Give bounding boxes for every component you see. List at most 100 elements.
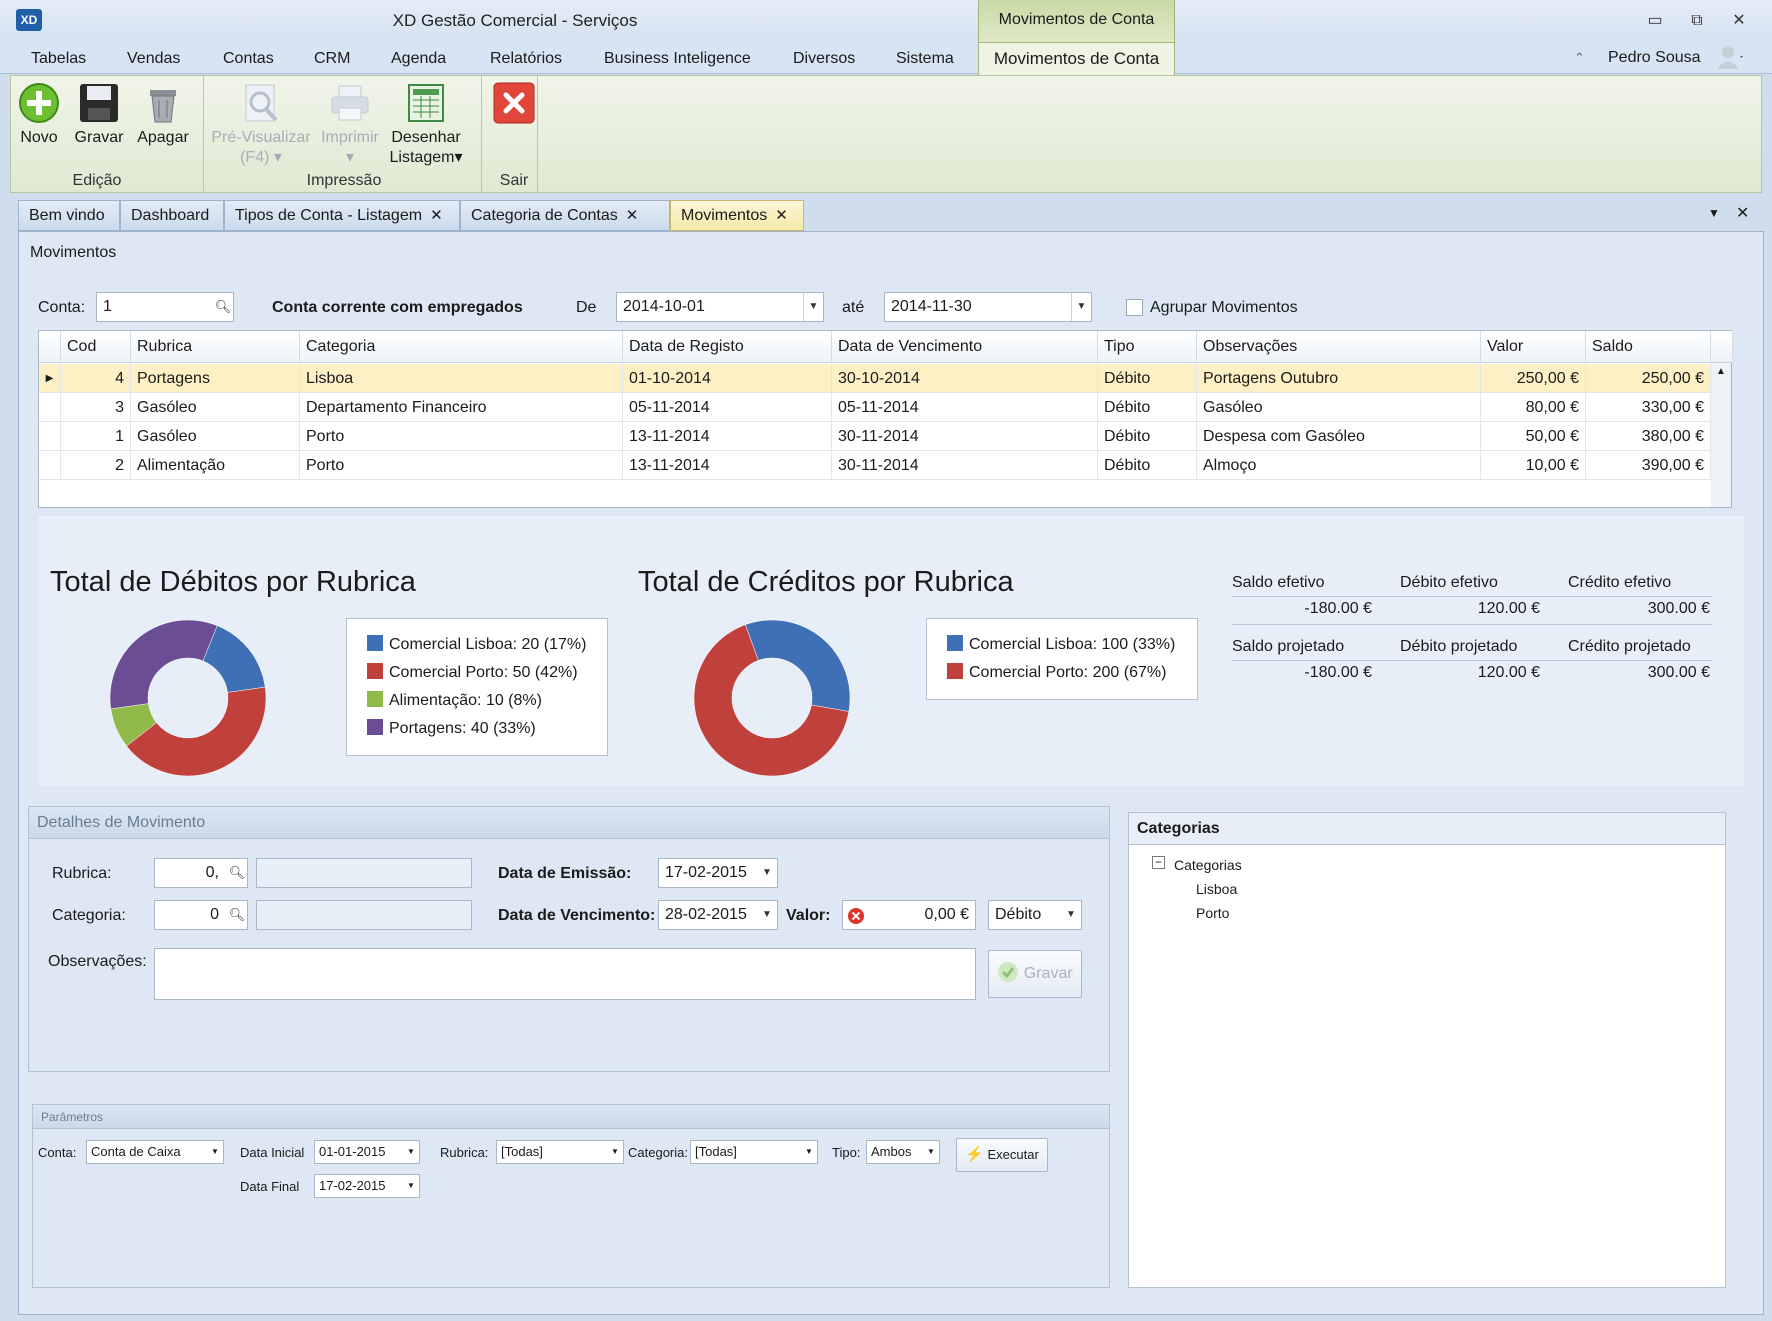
previsualizar-button[interactable]: Pré-Visualizar (F4) ▾ xyxy=(209,82,313,168)
column-header-data-vencimento[interactable]: Data de Vencimento xyxy=(832,331,1098,363)
close-tab-icon[interactable]: ✕ xyxy=(430,207,443,224)
menu-contas[interactable]: Contas xyxy=(219,46,278,72)
row-indicator xyxy=(39,422,61,451)
menu-movimentos-de-conta[interactable]: Movimentos de Conta xyxy=(978,42,1175,75)
search-icon[interactable]: 🔍︎ xyxy=(227,859,247,887)
ate-date-field[interactable]: 2014-11-30 ▼ xyxy=(884,292,1092,322)
menu-business-inteligence[interactable]: Business Inteligence xyxy=(600,46,755,72)
table-row[interactable]: 3 Gasóleo Departamento Financeiro 05-11-201… xyxy=(39,393,1711,422)
chevron-down-icon[interactable]: ▼ xyxy=(757,901,777,929)
chevron-down-icon[interactable]: ▼ xyxy=(801,1141,817,1163)
chevron-down-icon[interactable]: ▼ xyxy=(923,1141,939,1163)
rubrica-input[interactable]: 0, 🔍︎ xyxy=(154,858,248,888)
chevron-down-icon[interactable]: ▼ xyxy=(1061,901,1081,929)
agrupar-checkbox[interactable] xyxy=(1126,299,1143,316)
tab-movimentos[interactable]: Movimentos ✕ xyxy=(670,200,804,231)
menu-crm[interactable]: CRM xyxy=(310,46,354,72)
novo-button[interactable]: Novo xyxy=(17,82,61,148)
column-header-valor[interactable]: Valor xyxy=(1481,331,1586,363)
data-emissao-field[interactable]: 17-02-2015 ▼ xyxy=(658,858,778,888)
scroll-up-icon[interactable]: ▲ xyxy=(1711,363,1731,381)
group-sair-label: Sair xyxy=(499,172,529,189)
chevron-down-icon[interactable]: ▼ xyxy=(607,1141,623,1163)
column-header-cod[interactable]: Cod xyxy=(61,331,131,363)
debito-efetivo-value: 120.00 € xyxy=(1477,600,1540,617)
user-name[interactable]: Pedro Sousa xyxy=(1608,46,1701,70)
conta-input[interactable]: 1 🔍︎ xyxy=(96,292,234,322)
imprimir-button[interactable]: Imprimir ▾ xyxy=(315,82,385,168)
close-tab-icon[interactable]: ✕ xyxy=(626,207,639,224)
table-row[interactable]: ▶ 4 Portagens Lisboa 01-10-2014 30-10-2014 Déb… xyxy=(39,364,1711,393)
table-row[interactable]: 1 Gasóleo Porto 13-11-2014 30-11-2014 Débito D… xyxy=(39,422,1711,451)
cell-data-registo: 05-11-2014 xyxy=(623,393,832,422)
chevron-down-icon[interactable]: ▼ xyxy=(403,1175,419,1197)
valor-input[interactable]: 0,00 € xyxy=(842,900,976,930)
collapse-tree-icon[interactable]: − xyxy=(1152,856,1165,869)
menu-vendas[interactable]: Vendas xyxy=(123,46,184,72)
gravar-detalhe-button[interactable]: Gravar xyxy=(988,950,1082,998)
apagar-button[interactable]: Apagar xyxy=(135,82,191,148)
data-vencimento-field[interactable]: 28-02-2015 ▼ xyxy=(658,900,778,930)
tree-root-categorias[interactable]: Categorias xyxy=(1174,853,1242,877)
collapse-ribbon-icon[interactable]: ⌃ xyxy=(1574,50,1585,66)
minimize-button[interactable]: ▭ xyxy=(1644,12,1666,30)
chevron-down-icon[interactable]: ▼ xyxy=(1071,293,1091,321)
param-rubrica-select[interactable]: [Todas] ▼ xyxy=(496,1140,624,1164)
legend-swatch xyxy=(367,635,383,651)
tab-list-dropdown-icon[interactable]: ▼ xyxy=(1708,206,1720,220)
sair-button[interactable] xyxy=(483,82,545,128)
column-header-saldo[interactable]: Saldo xyxy=(1586,331,1711,363)
column-header-categoria[interactable]: Categoria xyxy=(300,331,623,363)
debito-efetivo-label: Débito efetivo xyxy=(1400,574,1498,591)
debito-projetado-value: 120.00 € xyxy=(1477,664,1540,681)
close-button[interactable]: ✕ xyxy=(1728,12,1750,30)
cell-valor: 50,00 € xyxy=(1481,422,1586,451)
tipo-movimento-select[interactable]: Débito ▼ xyxy=(988,900,1082,930)
param-categoria-select[interactable]: [Todas] ▼ xyxy=(690,1140,818,1164)
cell-cod: 2 xyxy=(61,451,131,480)
tab-dashboard[interactable]: Dashboard xyxy=(120,200,224,231)
column-header-tipo[interactable]: Tipo xyxy=(1098,331,1197,363)
search-icon[interactable]: 🔍︎ xyxy=(213,293,233,321)
column-header-observacoes[interactable]: Observações xyxy=(1197,331,1481,363)
tab-bem-vindo[interactable]: Bem vindo xyxy=(18,200,120,231)
chevron-down-icon[interactable]: ▼ xyxy=(803,293,823,321)
param-data-inicial-field[interactable]: 01-01-2015 ▼ xyxy=(314,1140,420,1164)
observacoes-textarea[interactable] xyxy=(154,948,976,1000)
table-row[interactable]: 2 Alimentação Porto 13-11-2014 30-11-2014 Déb… xyxy=(39,451,1711,480)
column-header-rubrica[interactable]: Rubrica xyxy=(131,331,300,363)
executar-button[interactable]: ⚡ Executar xyxy=(956,1138,1048,1172)
legend-item: Comercial Lisboa: 20 (17%) xyxy=(367,633,586,657)
menu-tabelas[interactable]: Tabelas xyxy=(27,46,90,72)
grid-scrollbar[interactable]: ▲ xyxy=(1711,363,1731,507)
param-data-final-field[interactable]: 17-02-2015 ▼ xyxy=(314,1174,420,1198)
tree-item-lisboa[interactable]: Lisboa xyxy=(1196,877,1237,901)
desenhar-listagem-button[interactable]: Desenhar Listagem▾ xyxy=(387,82,465,168)
chevron-down-icon[interactable]: ▼ xyxy=(757,859,777,887)
chevron-down-icon[interactable]: ▼ xyxy=(207,1141,223,1163)
tree-item-porto[interactable]: Porto xyxy=(1196,901,1229,925)
menu-agenda[interactable]: Agenda xyxy=(387,46,450,72)
column-header-data-registo[interactable]: Data de Registo xyxy=(623,331,832,363)
chevron-down-icon[interactable]: ▼ xyxy=(403,1141,419,1163)
param-conta-select[interactable]: Conta de Caixa ▼ xyxy=(86,1140,224,1164)
param-tipo-select[interactable]: Ambos ▼ xyxy=(866,1140,940,1164)
close-all-tabs-icon[interactable]: ✕ xyxy=(1736,203,1749,223)
charts-panel: Total de Débitos por Rubrica Comercial L… xyxy=(38,516,1744,786)
close-tab-icon[interactable]: ✕ xyxy=(775,207,788,224)
user-avatar-icon[interactable] xyxy=(1716,44,1744,70)
menu-sistema[interactable]: Sistema xyxy=(892,46,958,72)
tab-categoria-de-contas[interactable]: Categoria de Contas ✕ xyxy=(460,200,670,231)
add-icon xyxy=(18,82,60,124)
gravar-button[interactable]: Gravar xyxy=(73,82,125,148)
legend-item: Portagens: 40 (33%) xyxy=(367,717,536,741)
tab-tipos-de-conta[interactable]: Tipos de Conta - Listagem ✕ xyxy=(224,200,460,231)
search-icon[interactable]: 🔍︎ xyxy=(227,901,247,929)
cell-data-vencimento: 05-11-2014 xyxy=(832,393,1098,422)
document-tabs: Bem vindo Dashboard Tipos de Conta - Lis… xyxy=(18,200,1764,231)
menu-relatorios[interactable]: Relatórios xyxy=(486,46,566,72)
menu-diversos[interactable]: Diversos xyxy=(789,46,859,72)
categoria-input[interactable]: 0 🔍︎ xyxy=(154,900,248,930)
de-date-field[interactable]: 2014-10-01 ▼ xyxy=(616,292,824,322)
restore-button[interactable]: ⧉ xyxy=(1686,12,1708,30)
